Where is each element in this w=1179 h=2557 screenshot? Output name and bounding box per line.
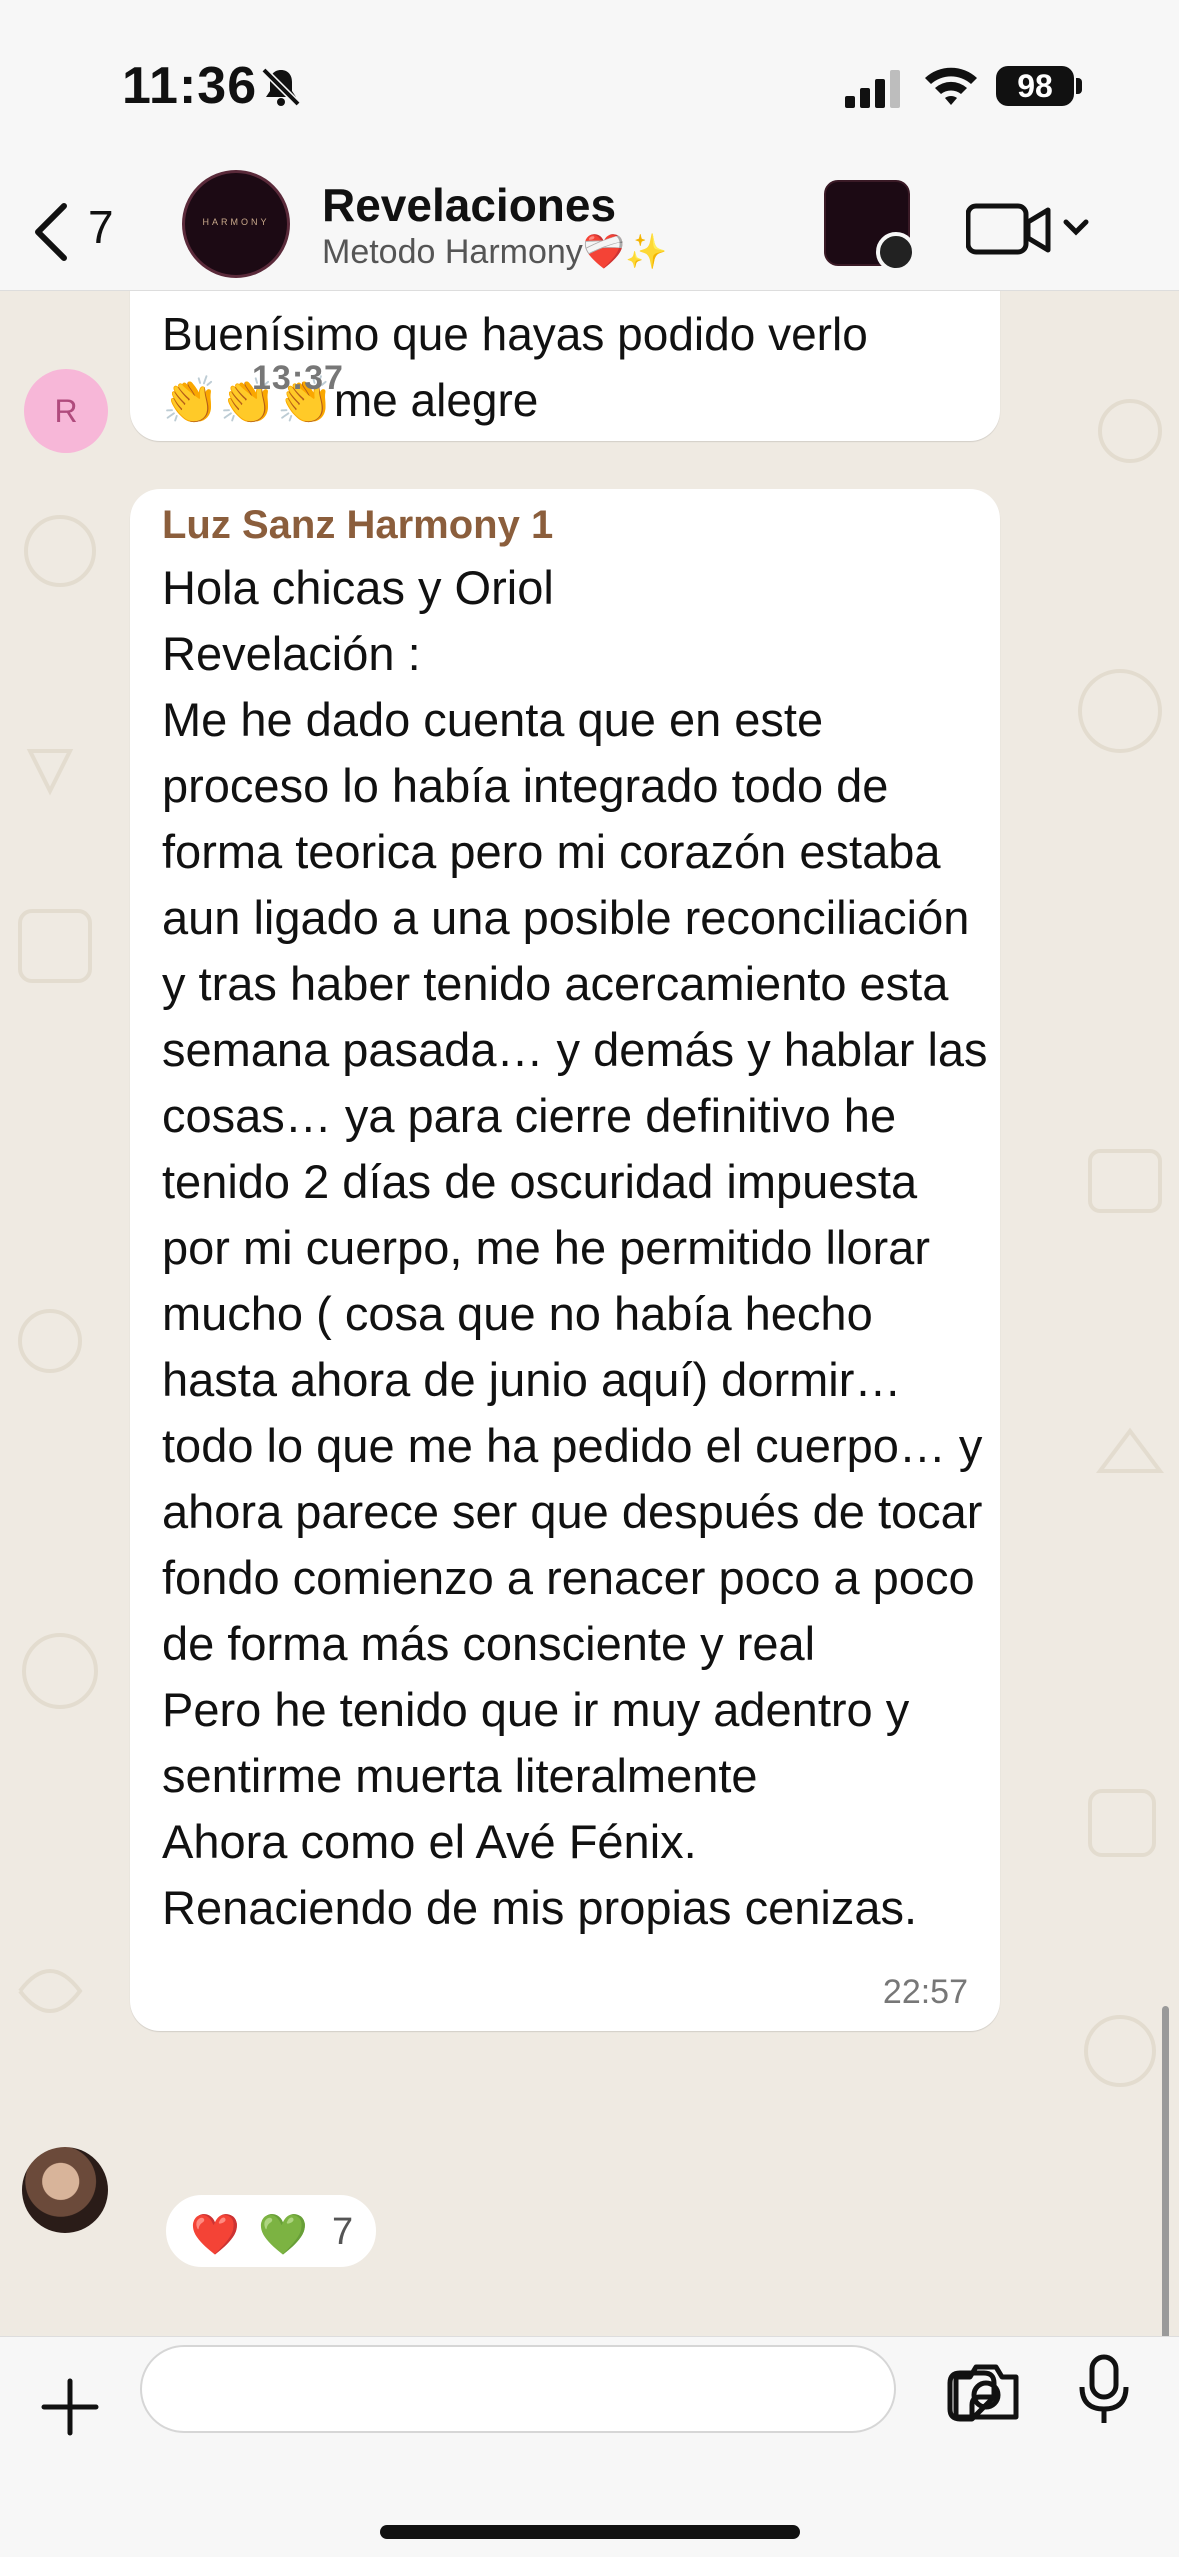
chat-header: 7 HARMONY Revelaciones Metodo Harmony❤️‍…	[0, 170, 1179, 291]
scrollbar[interactable]	[1162, 2006, 1169, 2336]
sender-avatar[interactable]: R	[24, 369, 108, 453]
chat-subtitle[interactable]: Metodo Harmony❤️‍🩹✨	[322, 232, 667, 272]
message-input[interactable]	[140, 2345, 997, 2433]
chat-title[interactable]: Revelaciones	[322, 178, 616, 232]
bell-slash-icon	[261, 67, 301, 107]
status-time: 11:36	[122, 57, 258, 115]
message-time: 13:37	[252, 359, 344, 397]
chevron-down-icon	[1063, 219, 1089, 236]
group-avatar[interactable]: HARMONY	[182, 170, 290, 278]
status-bar: 11:36 98	[0, 0, 1179, 170]
reactions-pill[interactable]: ❤️ 💚 7	[164, 2193, 378, 2269]
chat-subtitle-text: Metodo Harmony	[322, 233, 583, 271]
video-call-icon[interactable]	[966, 200, 1096, 260]
camera-icon[interactable]	[950, 2359, 1022, 2423]
plus-icon[interactable]	[38, 2375, 102, 2439]
check-badge-icon	[876, 232, 916, 272]
header-thumbnail[interactable]	[824, 180, 916, 272]
message-line: Buenísimo que hayas podido verlo	[162, 308, 868, 360]
green-heart-reaction: 💚	[258, 2213, 308, 2257]
back-unread-count[interactable]: 7	[88, 200, 114, 254]
sender-avatar[interactable]	[22, 2147, 108, 2233]
sender-name[interactable]: Luz Sanz Harmony 1	[162, 503, 553, 548]
group-avatar-text: HARMONY	[202, 217, 270, 227]
wifi-icon	[925, 67, 977, 105]
battery-icon: 98	[996, 66, 1074, 106]
chat-area[interactable]: Buenísimo que hayas podido verlo 👏👏👏me a…	[0, 291, 1179, 2336]
message-bubble[interactable]: Buenísimo que hayas podido verlo 👏👏👏me a…	[130, 291, 1000, 441]
battery-tip	[1076, 78, 1082, 94]
chat-subtitle-emoji: ❤️‍🩹✨	[582, 233, 668, 271]
signal-icon	[845, 70, 900, 108]
microphone-icon[interactable]	[1076, 2353, 1132, 2427]
home-indicator	[380, 2525, 800, 2539]
red-heart-reaction: ❤️	[190, 2213, 240, 2257]
input-bar	[0, 2336, 1179, 2557]
message-text: Hola chicas y Oriol Revelación : Me he d…	[162, 561, 988, 1934]
message-time: 22:57	[882, 1973, 968, 2011]
back-chevron-icon[interactable]	[20, 192, 90, 272]
message-bubble[interactable]: Luz Sanz Harmony 1 Hola chicas y Oriol R…	[130, 489, 1000, 2031]
reaction-count: 7	[332, 2211, 354, 2253]
